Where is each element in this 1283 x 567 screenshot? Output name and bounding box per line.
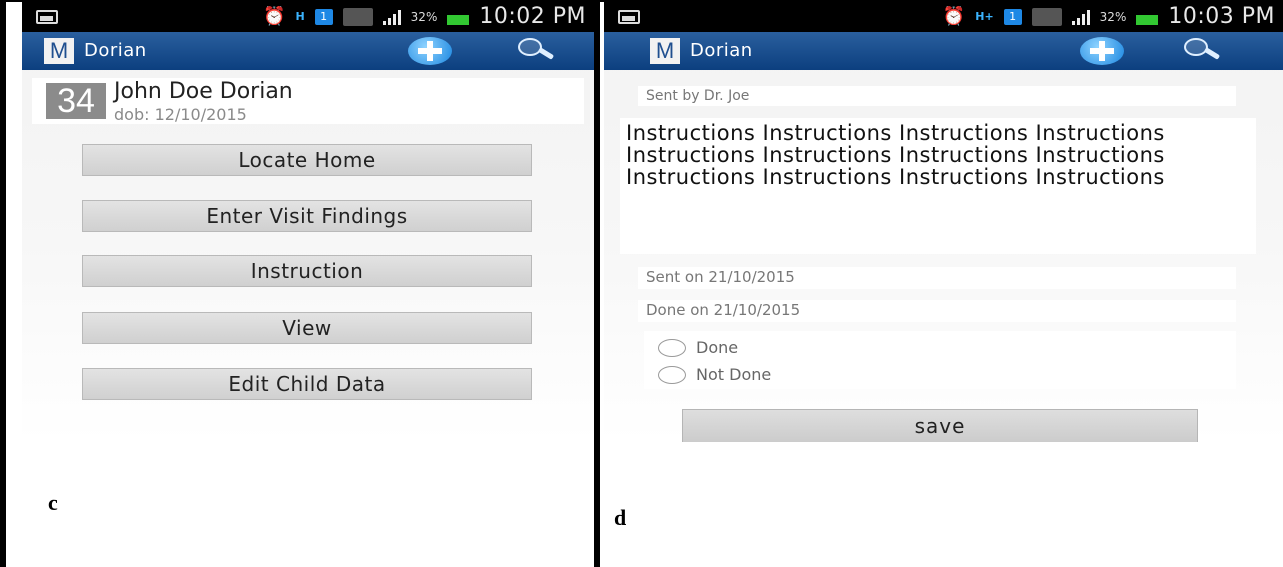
add-icon[interactable] — [408, 37, 452, 65]
phone-screen-c: ⏰ H 1 32% 10:02 PM M Dorian 34 John Doe … — [22, 2, 594, 442]
network-type-icon: H+ — [975, 9, 994, 23]
child-dob: dob: 12/10/2015 — [114, 105, 247, 124]
done-radio[interactable] — [658, 338, 686, 357]
signal-icon — [1071, 9, 1090, 25]
child-summary-card[interactable]: 34 John Doe Dorian dob: 12/10/2015 — [32, 78, 584, 124]
child-age-badge: 34 — [46, 83, 106, 119]
sent-on-field: Sent on 21/10/2015 — [638, 267, 1236, 289]
status-bar: ⏰ H 1 32% 10:02 PM — [22, 2, 594, 32]
not-done-label: Not Done — [696, 365, 772, 384]
wifi-icon — [1031, 7, 1062, 26]
child-name: John Doe Dorian — [114, 79, 293, 104]
not-done-option[interactable]: Not Done — [658, 365, 771, 384]
locate-home-button[interactable]: Locate Home — [82, 144, 532, 176]
wifi-icon — [342, 7, 373, 26]
phone-screen-d: ⏰ H+ 1 32% 10:03 PM M Dorian Sent by Dr.… — [604, 2, 1283, 442]
done-label: Done — [696, 338, 739, 357]
battery-icon — [447, 14, 470, 25]
panel-label-c: c — [48, 490, 58, 515]
sim-icon: 1 — [1003, 8, 1022, 25]
done-option[interactable]: Done — [658, 338, 738, 357]
instruction-button[interactable]: Instruction — [82, 255, 532, 287]
battery-percent: 32% — [410, 9, 438, 24]
status-time: 10:03 PM — [1168, 4, 1275, 29]
sent-by-field: Sent by Dr. Joe — [638, 86, 1236, 106]
not-done-radio[interactable] — [658, 365, 686, 384]
alarm-icon: ⏰ — [942, 6, 966, 27]
view-button[interactable]: View — [82, 312, 532, 344]
panel-label-d: d — [614, 505, 627, 530]
app-logo[interactable]: M — [650, 38, 680, 64]
network-type-icon: H — [295, 9, 305, 23]
completion-status-group: Done Not Done — [644, 331, 1236, 389]
status-time: 10:02 PM — [479, 4, 586, 29]
search-icon[interactable] — [1182, 35, 1222, 69]
picture-icon — [618, 10, 640, 24]
panel-divider — [594, 0, 600, 567]
instructions-text: Instructions Instructions Instructions I… — [620, 118, 1256, 254]
action-bar-title: Dorian — [84, 40, 147, 61]
done-on-field: Done on 21/10/2015 — [638, 300, 1236, 322]
action-bar-title: Dorian — [690, 40, 753, 61]
add-icon[interactable] — [1080, 37, 1124, 65]
search-icon[interactable] — [516, 35, 556, 69]
app-logo[interactable]: M — [44, 38, 74, 64]
status-bar: ⏰ H+ 1 32% 10:03 PM — [604, 2, 1283, 32]
battery-icon — [1136, 14, 1159, 25]
alarm-icon: ⏰ — [263, 6, 286, 27]
enter-visit-findings-button[interactable]: Enter Visit Findings — [82, 200, 532, 232]
picture-icon — [36, 10, 58, 24]
action-bar: M Dorian — [604, 32, 1283, 70]
signal-icon — [382, 9, 401, 25]
save-button[interactable]: save — [682, 409, 1198, 442]
sim-icon: 1 — [314, 8, 333, 25]
action-bar: M Dorian — [22, 32, 594, 70]
edit-child-data-button[interactable]: Edit Child Data — [82, 368, 532, 400]
battery-percent: 32% — [1099, 9, 1127, 24]
